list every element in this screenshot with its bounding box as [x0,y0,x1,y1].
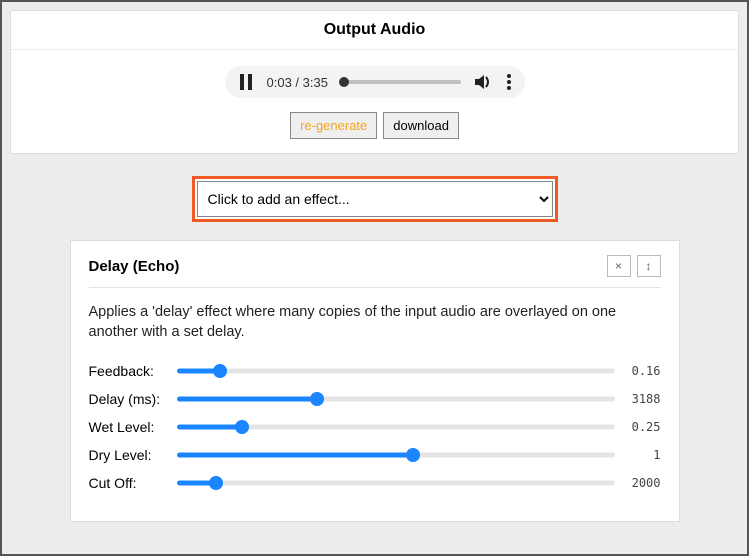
output-audio-panel: Output Audio 0:03 / 3:35 re-g [10,10,739,154]
effect-description: Applies a 'delay' effect where many copi… [89,302,661,343]
close-icon[interactable]: × [607,255,631,277]
slider-thumb[interactable] [213,364,227,378]
audio-player: 0:03 / 3:35 [225,66,525,98]
param-value: 2000 [625,476,661,490]
param-row: Delay (ms): 3188 [89,391,661,407]
effect-card-delay: Delay (Echo) × ↕ Applies a 'delay' effec… [70,240,680,522]
audio-time-display: 0:03 / 3:35 [267,75,328,90]
volume-icon[interactable] [475,74,493,90]
app-viewport: Output Audio 0:03 / 3:35 re-g [0,0,749,556]
slider-thumb[interactable] [209,476,223,490]
slider-thumb[interactable] [310,392,324,406]
effect-card-header: Delay (Echo) × ↕ [89,255,661,288]
effect-params: Feedback: 0.16 Delay (ms): 3188 Wet Level: 0.… [89,363,661,491]
kebab-menu-icon[interactable] [507,74,511,90]
effect-select-highlight: Click to add an effect... [192,176,558,222]
effect-title: Delay (Echo) [89,258,180,275]
param-row: Cut Off: 2000 [89,475,661,491]
param-value: 0.16 [625,364,661,378]
param-slider[interactable] [177,447,615,463]
slider-fill [177,452,414,457]
effect-header-buttons: × ↕ [607,255,661,277]
audio-progress-track[interactable] [342,80,461,84]
slider-track [177,368,615,373]
param-slider[interactable] [177,363,615,379]
param-row: Feedback: 0.16 [89,363,661,379]
param-label: Cut Off: [89,475,167,491]
regenerate-button[interactable]: re-generate [290,112,377,139]
param-slider[interactable] [177,419,615,435]
slider-track [177,480,615,485]
param-value: 1 [625,448,661,462]
param-label: Delay (ms): [89,391,167,407]
param-value: 0.25 [625,420,661,434]
param-value: 3188 [625,392,661,406]
output-audio-body: 0:03 / 3:35 re-generate download [11,50,738,153]
slider-fill [177,424,243,429]
pause-icon[interactable] [239,74,253,90]
param-label: Dry Level: [89,447,167,463]
param-row: Dry Level: 1 [89,447,661,463]
output-actions: re-generate download [11,112,738,139]
param-label: Wet Level: [89,419,167,435]
param-slider[interactable] [177,475,615,491]
effect-select-dropdown[interactable]: Click to add an effect... [197,181,553,217]
param-label: Feedback: [89,363,167,379]
slider-thumb[interactable] [235,420,249,434]
param-row: Wet Level: 0.25 [89,419,661,435]
param-slider[interactable] [177,391,615,407]
slider-fill [177,396,317,401]
output-audio-title: Output Audio [11,11,738,50]
audio-progress-thumb[interactable] [339,77,349,87]
slider-thumb[interactable] [406,448,420,462]
download-button[interactable]: download [383,112,459,139]
reorder-icon[interactable]: ↕ [637,255,661,277]
